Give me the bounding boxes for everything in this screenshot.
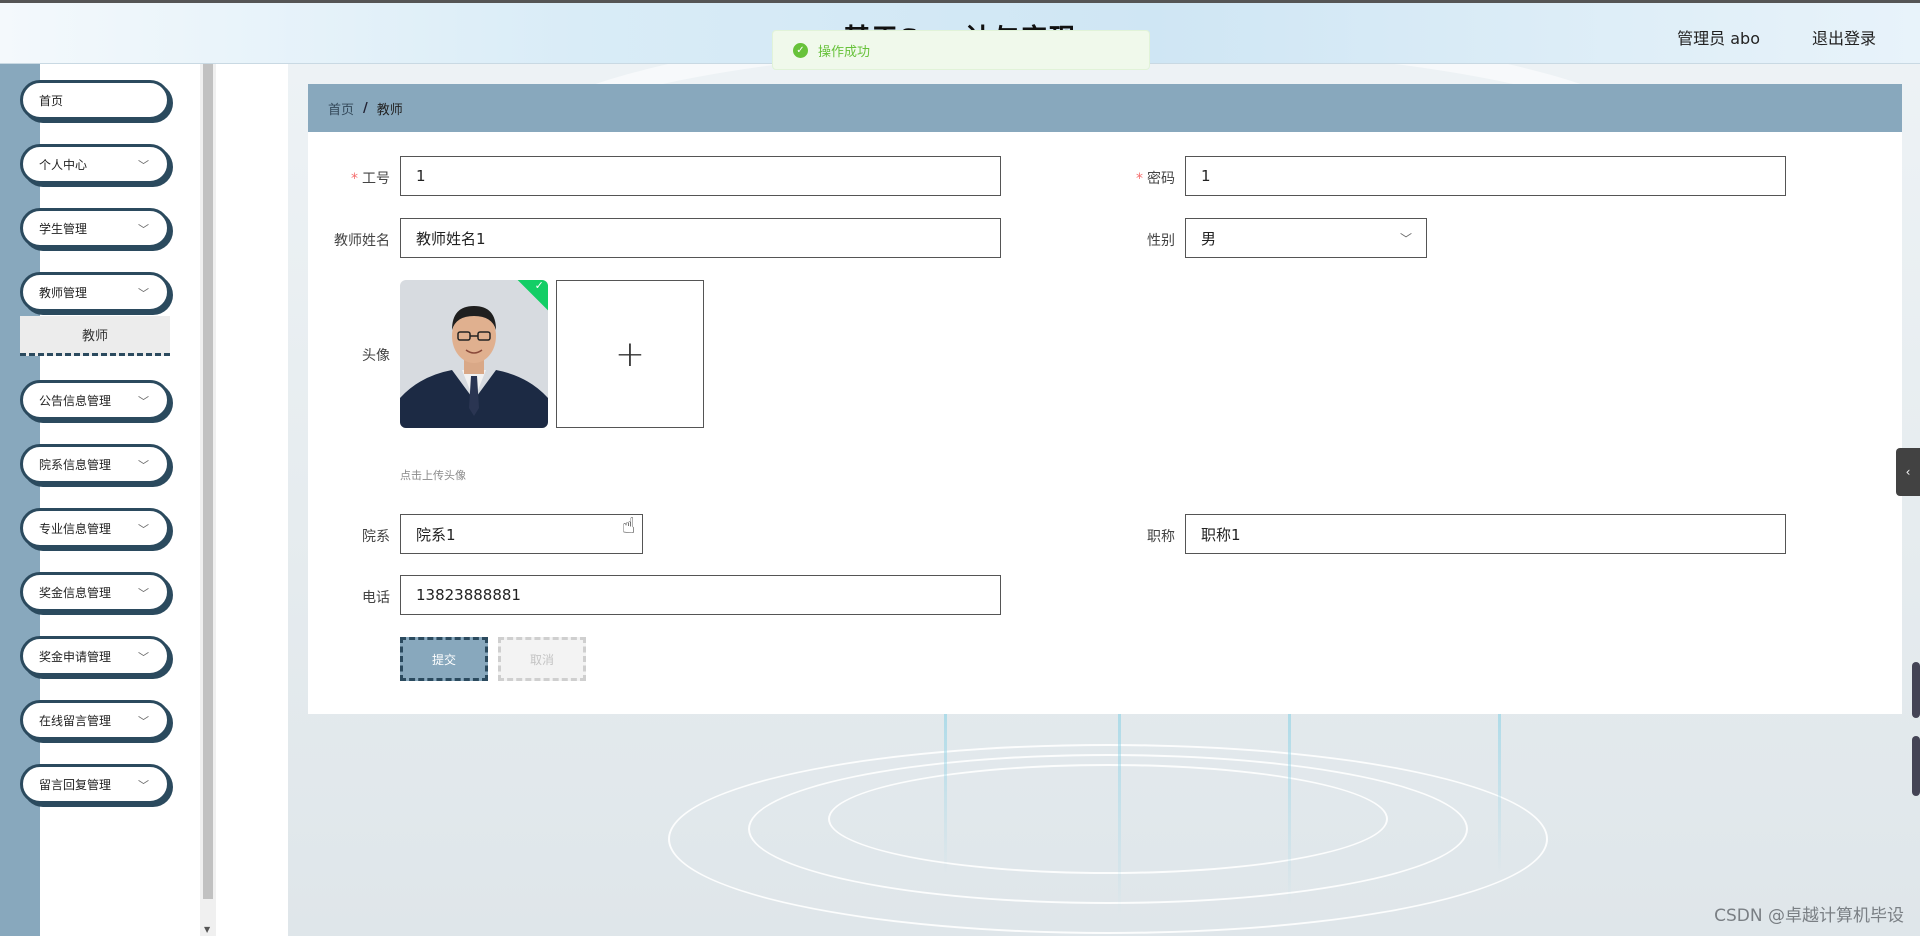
- background-pillar: [1498, 714, 1501, 874]
- background-ring: [748, 754, 1468, 904]
- scroll-down-arrow-icon[interactable]: ▼: [204, 925, 210, 934]
- title-label: 职称: [1147, 529, 1175, 545]
- sidebar-item-label: 教师管理: [39, 285, 88, 300]
- sidebar-item-label: 奖金信息管理: [39, 585, 112, 600]
- watermark: CSDN @卓越计算机毕设: [1714, 906, 1904, 926]
- sidebar-item-label: 专业信息管理: [39, 521, 112, 536]
- chevron-down-icon: ﹀: [138, 523, 149, 536]
- sidebar-item-bonus-apply[interactable]: 奖金申请管理 ﹀: [20, 636, 170, 676]
- sidebar-item-students[interactable]: 学生管理 ﹀: [20, 208, 170, 248]
- sidebar-item-departments[interactable]: 院系信息管理 ﹀: [20, 444, 170, 484]
- sidebar-gap: [216, 64, 288, 936]
- job-no-label: * 工号: [351, 171, 390, 187]
- chevron-down-icon: ﹀: [1399, 232, 1412, 246]
- teacher-name-label: 教师姓名: [334, 233, 390, 249]
- password-input[interactable]: 1: [1185, 156, 1786, 196]
- sidebar-item-label: 在线留言管理: [39, 713, 112, 728]
- chevron-down-icon: ﹀: [138, 395, 149, 408]
- avatar-photo: [400, 280, 548, 428]
- chevron-down-icon: ﹀: [138, 715, 149, 728]
- breadcrumb-separator: /: [363, 100, 368, 116]
- required-mark: *: [351, 171, 358, 187]
- logout-link[interactable]: 退出登录: [1812, 25, 1876, 49]
- sidebar-item-label: 学生管理: [39, 221, 88, 236]
- gender-select[interactable]: 男 ﹀: [1185, 218, 1427, 258]
- sidebar-item-teachers[interactable]: 教师管理 ﹀: [20, 272, 170, 312]
- breadcrumb-home[interactable]: 首页: [328, 99, 354, 118]
- background-ring: [828, 764, 1388, 874]
- scrollbar-thumb[interactable]: [203, 64, 213, 899]
- required-mark: *: [1136, 171, 1143, 187]
- sidebar-subitem-teacher[interactable]: 教师: [20, 316, 170, 356]
- right-scroll-indicator: [1912, 736, 1920, 796]
- background-ring: [668, 744, 1548, 934]
- phone-label: 电话: [362, 590, 390, 606]
- chevron-down-icon: ﹀: [138, 651, 149, 664]
- sidebar-panel: [40, 64, 200, 936]
- sidebar-strip: [0, 64, 40, 936]
- background-pillar: [944, 714, 947, 874]
- sidebar-item-home[interactable]: 首页: [20, 80, 170, 120]
- right-scroll-indicator: [1912, 662, 1920, 718]
- chevron-down-icon: ﹀: [138, 223, 149, 236]
- gender-label: 性别: [1147, 233, 1175, 249]
- breadcrumb: 首页 / 教师: [308, 84, 1902, 132]
- hand-cursor-icon: ☝: [622, 514, 636, 539]
- chevron-down-icon: ﹀: [138, 779, 149, 792]
- breadcrumb-current: 教师: [376, 102, 403, 118]
- sidebar-item-label: 公告信息管理: [39, 393, 112, 408]
- background-pillar: [1118, 714, 1121, 914]
- job-no-input[interactable]: 1: [400, 156, 1001, 196]
- sidebar-item-label: 留言回复管理: [39, 777, 112, 792]
- department-select[interactable]: 院系1: [400, 514, 643, 554]
- sidebar-subitem-label: 教师: [81, 329, 108, 344]
- chevron-down-icon: ﹀: [138, 587, 149, 600]
- sidebar-item-profile[interactable]: 个人中心 ﹀: [20, 144, 170, 184]
- sidebar-item-label: 首页: [39, 93, 64, 108]
- sidebar-scrollbar[interactable]: ▼: [200, 64, 216, 936]
- avatar-image[interactable]: ✓: [400, 280, 548, 428]
- password-label: * 密码: [1136, 171, 1175, 187]
- department-label: 院系: [362, 529, 390, 545]
- sidebar-item-bonus-info[interactable]: 奖金信息管理 ﹀: [20, 572, 170, 612]
- teacher-name-input[interactable]: 教师姓名1: [400, 218, 1001, 258]
- check-icon: ✓: [534, 280, 544, 292]
- sidebar-item-majors[interactable]: 专业信息管理 ﹀: [20, 508, 170, 548]
- sidebar-item-label: 院系信息管理: [39, 457, 112, 472]
- title-input[interactable]: 职称1: [1185, 514, 1786, 554]
- sidebar-item-notices[interactable]: 公告信息管理 ﹀: [20, 380, 170, 420]
- plus-icon: +: [614, 333, 646, 375]
- chevron-down-icon: ﹀: [138, 159, 149, 172]
- sidebar-item-messages[interactable]: 在线留言管理 ﹀: [20, 700, 170, 740]
- toast-message: 操作成功: [818, 44, 871, 60]
- gender-value: 男: [1201, 229, 1217, 248]
- sidebar-item-label: 个人中心: [39, 157, 88, 172]
- collapse-panel-button[interactable]: ‹: [1896, 448, 1920, 496]
- avatar-label: 头像: [362, 348, 390, 364]
- chevron-down-icon: ﹀: [138, 459, 149, 472]
- check-circle-icon: ✓: [793, 42, 808, 58]
- success-toast: ✓ 操作成功: [772, 30, 1150, 70]
- sidebar-item-replies[interactable]: 留言回复管理 ﹀: [20, 764, 170, 804]
- chevron-down-icon: ﹀: [138, 287, 149, 300]
- phone-input[interactable]: 13823888881: [400, 575, 1001, 615]
- sidebar-item-label: 奖金申请管理: [39, 649, 112, 664]
- upload-tip: 点击上传头像: [400, 469, 466, 482]
- background-pillar: [1288, 714, 1291, 904]
- cancel-button[interactable]: 取消: [498, 637, 586, 681]
- chevron-left-icon: ‹: [1905, 465, 1911, 479]
- submit-button[interactable]: 提交: [400, 637, 488, 681]
- current-user: 管理员 abo: [1677, 29, 1760, 48]
- upload-avatar-button[interactable]: +: [556, 280, 704, 428]
